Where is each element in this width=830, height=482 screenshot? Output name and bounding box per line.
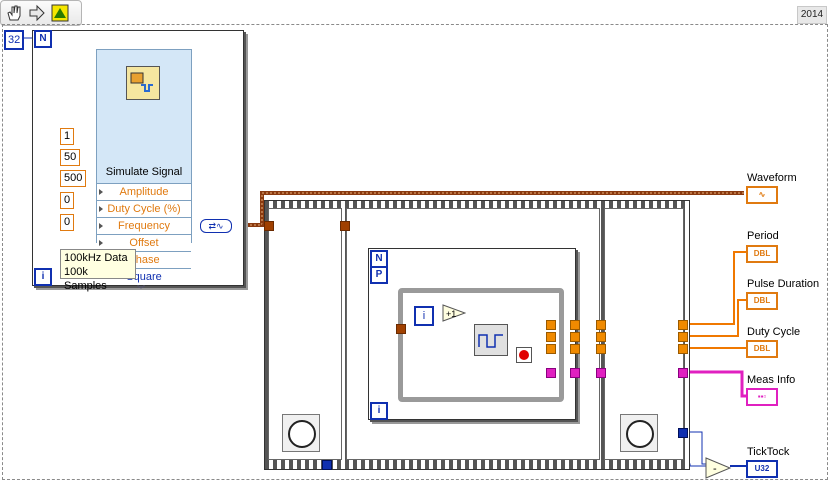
period-indicator[interactable]: DBL <box>746 245 778 263</box>
tunnel <box>322 460 332 470</box>
tunnel <box>546 332 556 342</box>
duty-cycle-indicator[interactable]: DBL <box>746 340 778 358</box>
comment-line-1: 100kHz Data <box>64 252 128 264</box>
waveform-indicator[interactable]: ∿ <box>746 186 778 204</box>
express-vi-title: Simulate Signal <box>105 166 183 178</box>
ticktock-indicator[interactable]: U32 <box>746 460 778 478</box>
comment-note: 100kHz Data 100k Samples <box>60 249 136 292</box>
phase-constant[interactable]: 0 <box>60 214 75 231</box>
tunnel <box>396 324 406 334</box>
duty-cycle-label: Duty Cycle (%) <box>107 203 181 215</box>
tunnel <box>264 221 274 231</box>
meas-info-label: Meas Info <box>747 374 796 386</box>
inner-iteration-terminal: i <box>370 402 388 420</box>
tunnel <box>678 332 688 342</box>
frequency-constant[interactable]: 500 <box>60 170 87 187</box>
tunnel <box>570 332 580 342</box>
tunnel <box>678 344 688 354</box>
svg-text:+1: +1 <box>446 309 456 319</box>
ticktock-label: TickTock <box>747 446 790 458</box>
tunnel <box>546 368 556 378</box>
tick-count-timer[interactable] <box>620 414 658 452</box>
loop-count-constant[interactable]: 32 <box>4 30 25 50</box>
frequency-label: Frequency <box>118 220 170 232</box>
parallel-terminal: P <box>370 266 388 284</box>
meas-info-indicator[interactable]: ▪▪▫ <box>746 388 778 406</box>
duty-cycle-output-label: Duty Cycle <box>747 326 801 338</box>
while-iteration-terminal: i <box>414 306 434 326</box>
tunnel <box>570 320 580 330</box>
tunnel <box>570 368 580 378</box>
pulse-duration-label: Pulse Duration <box>747 278 820 290</box>
tunnel <box>546 344 556 354</box>
tunnel <box>596 332 606 342</box>
tunnel <box>596 368 606 378</box>
comment-line-2: 100k Samples <box>64 266 107 292</box>
offset-constant[interactable]: 0 <box>60 192 75 209</box>
frequency-input[interactable]: Frequency <box>97 217 191 234</box>
tunnel <box>546 320 556 330</box>
increment-node[interactable]: +1 <box>442 304 467 322</box>
duty-cycle-input[interactable]: Duty Cycle (%) <box>97 200 191 217</box>
tick-count-timer[interactable] <box>282 414 320 452</box>
pulse-duration-indicator[interactable]: DBL <box>746 292 778 310</box>
loop-count-terminal: N <box>34 30 52 48</box>
convert-to-waveform-node[interactable]: ⇄∿ <box>200 219 232 233</box>
tunnel <box>678 368 688 378</box>
amplitude-label: Amplitude <box>119 186 169 198</box>
simulate-signal-express-vi[interactable]: Simulate Signal Amplitude Duty Cycle (%)… <box>96 49 192 294</box>
tunnel <box>596 320 606 330</box>
tunnel <box>570 344 580 354</box>
pulse-measurements-vi[interactable] <box>474 324 508 356</box>
offset-label: Offset <box>129 237 159 249</box>
tunnel <box>340 221 350 231</box>
clock-icon <box>626 420 654 448</box>
amplitude-constant[interactable]: 1 <box>60 128 75 145</box>
clock-icon <box>288 420 316 448</box>
amplitude-input[interactable]: Amplitude <box>97 183 191 200</box>
tunnel <box>678 320 688 330</box>
tunnel <box>678 428 688 438</box>
duty-cycle-constant[interactable]: 50 <box>60 149 81 166</box>
expand-chevron-icon[interactable]: ︾ <box>137 284 151 294</box>
svg-text:-: - <box>713 463 717 475</box>
waveform-label: Waveform <box>747 172 797 184</box>
tunnel <box>596 344 606 354</box>
simulate-signal-icon <box>126 66 160 100</box>
stop-button-icon[interactable] <box>516 347 532 363</box>
iteration-terminal: i <box>34 268 52 286</box>
period-label: Period <box>747 230 779 242</box>
